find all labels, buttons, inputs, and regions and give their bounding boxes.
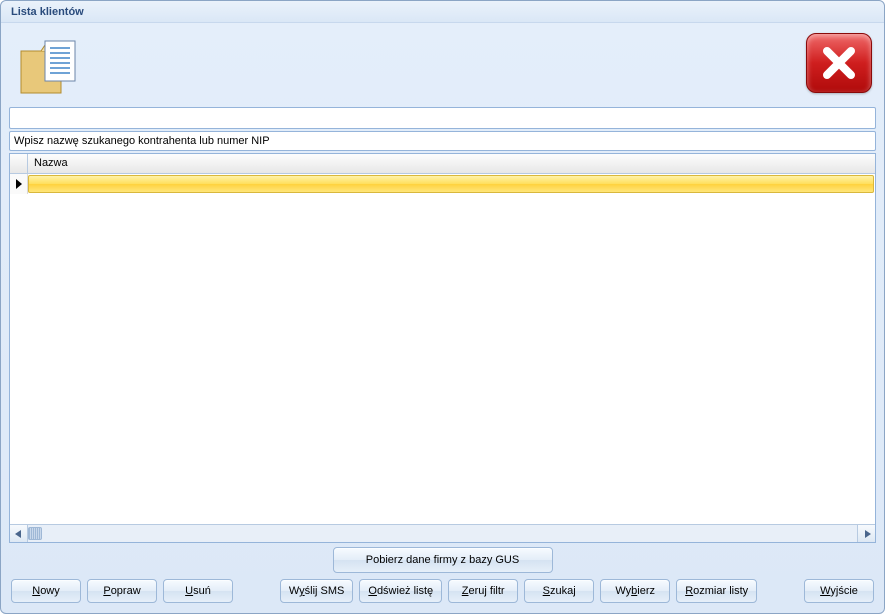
row-indicator-header	[10, 154, 28, 173]
exit-button-group: Wyjście	[804, 579, 874, 603]
crud-button-group: Nowy Popraw Usuń	[11, 579, 233, 603]
exit-button[interactable]: Wyjście	[804, 579, 874, 603]
search-input[interactable]	[9, 107, 876, 129]
scroll-track[interactable]	[28, 525, 857, 542]
search-hint-label: Wpisz nazwę szukanego kontrahenta lub nu…	[9, 131, 876, 151]
cell-nazwa[interactable]	[28, 175, 874, 193]
scroll-left-button[interactable]	[10, 525, 28, 542]
content-area: Wpisz nazwę szukanego kontrahenta lub nu…	[1, 23, 884, 613]
reset-filter-button[interactable]: Zeruj filtr	[448, 579, 518, 603]
refresh-list-button[interactable]: Odśwież listę	[359, 579, 442, 603]
action-button-group: Wyślij SMS Odśwież listę Zeruj filtr Szu…	[280, 579, 757, 603]
grid-body[interactable]	[10, 174, 875, 524]
select-button[interactable]: Wybierz	[600, 579, 670, 603]
table-row[interactable]	[10, 174, 875, 194]
list-size-button[interactable]: Rozmiar listy	[676, 579, 757, 603]
header-icon-row	[9, 31, 876, 107]
clients-grid: Nazwa	[9, 153, 876, 543]
scroll-right-button[interactable]	[857, 525, 875, 542]
new-button[interactable]: Nowy	[11, 579, 81, 603]
search-button[interactable]: Szukaj	[524, 579, 594, 603]
gus-fetch-button[interactable]: Pobierz dane firmy z bazy GUS	[333, 547, 553, 573]
horizontal-scrollbar[interactable]	[10, 524, 875, 542]
clients-window: Lista klientów	[0, 0, 885, 614]
column-header-nazwa[interactable]: Nazwa	[28, 154, 875, 173]
send-sms-button[interactable]: Wyślij SMS	[280, 579, 354, 603]
bottom-toolbar: Pobierz dane firmy z bazy GUS Nowy Popra…	[9, 543, 876, 605]
current-row-indicator-icon	[10, 174, 28, 194]
grid-header-row: Nazwa	[10, 154, 875, 174]
folder-document-icon	[15, 33, 83, 104]
edit-button[interactable]: Popraw	[87, 579, 157, 603]
window-title: Lista klientów	[1, 1, 884, 23]
delete-button[interactable]: Usuń	[163, 579, 233, 603]
close-icon[interactable]	[806, 33, 872, 93]
scroll-thumb[interactable]	[28, 527, 42, 540]
